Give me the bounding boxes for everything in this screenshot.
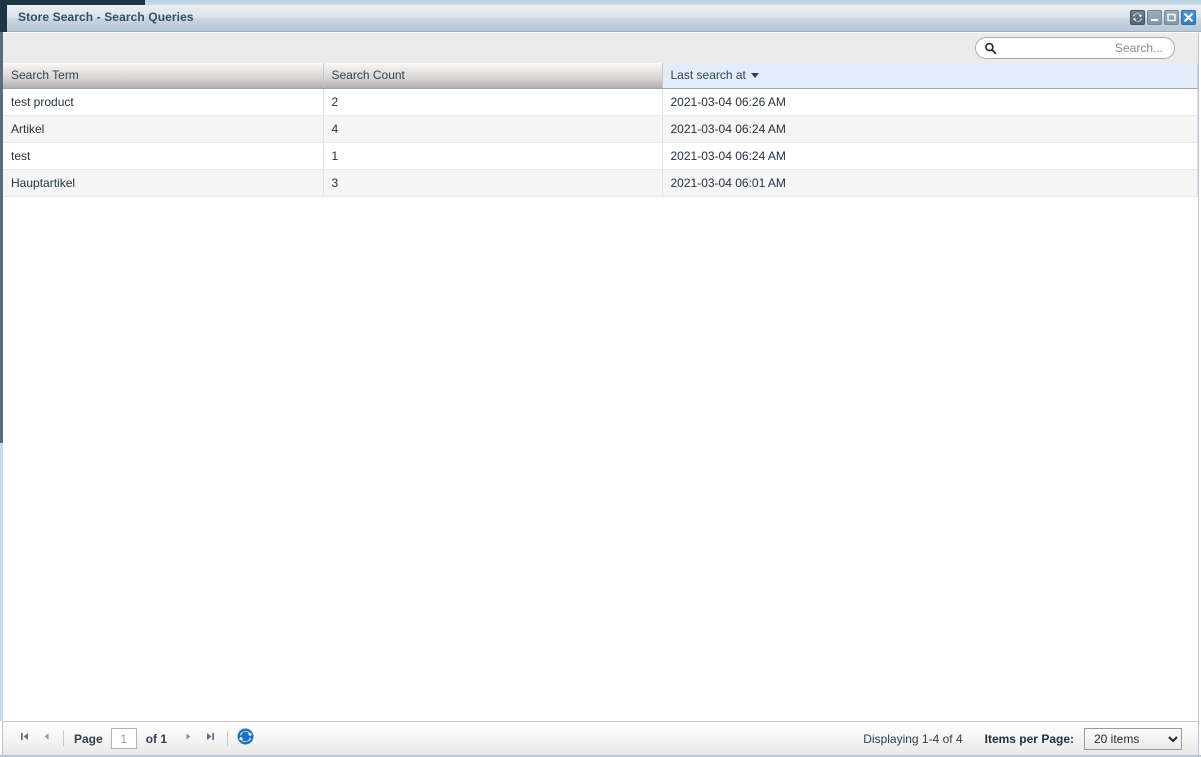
cell-search-term: test <box>3 142 324 170</box>
displaying-label: Displaying 1-4 of 4 <box>863 731 963 746</box>
last-page-icon <box>204 730 217 748</box>
paging-status: Displaying 1-4 of 4 Items per Page: 20 i… <box>863 727 1198 750</box>
application-window: Store Search - Search Queries Search... … <box>0 0 1201 757</box>
sort-descending-icon <box>750 72 759 78</box>
cell-search-count: 2 <box>323 88 663 116</box>
last-page-button[interactable] <box>199 728 221 750</box>
table-row[interactable]: Artikel 4 2021-03-04 06:24 AM <box>3 115 1198 143</box>
first-page-button[interactable] <box>13 728 35 750</box>
page-total-label: of 1 <box>145 731 168 746</box>
pager-separator <box>63 731 64 746</box>
refresh-button[interactable] <box>234 728 256 750</box>
grid-table: Search Term Search Count Last search at … <box>3 63 1198 197</box>
vertical-scrollbar-track[interactable] <box>0 443 3 721</box>
pager-separator-2 <box>227 731 229 746</box>
cell-last-search-at: 2021-03-04 06:01 AM <box>662 169 1198 197</box>
cell-last-search-at: 2021-03-04 06:24 AM <box>662 115 1198 143</box>
cell-search-term: Hauptartikel <box>3 169 324 197</box>
close-button[interactable] <box>1181 10 1196 25</box>
page-label: Page <box>74 731 103 746</box>
pager-controls: Page of 1 <box>3 728 256 750</box>
restore-tool-button[interactable] <box>1130 10 1145 25</box>
search-queries-grid: Search Term Search Count Last search at … <box>2 63 1199 721</box>
previous-page-icon <box>40 730 53 748</box>
restore-icon <box>1132 12 1143 23</box>
grid-body: test product 2 2021-03-04 06:26 AM Artik… <box>3 88 1198 197</box>
column-header-label: Search Term <box>11 68 79 83</box>
cell-search-count: 1 <box>323 142 663 170</box>
cell-last-search-at: 2021-03-04 06:26 AM <box>662 88 1198 116</box>
cell-search-count: 3 <box>323 169 663 197</box>
page-number-input[interactable] <box>110 728 137 749</box>
table-row[interactable]: Hauptartikel 3 2021-03-04 06:01 AM <box>3 169 1198 197</box>
refresh-icon <box>237 728 254 750</box>
search-input[interactable] <box>1000 39 1174 57</box>
cell-search-term: test product <box>3 88 324 116</box>
close-icon <box>1183 12 1194 23</box>
previous-page-button[interactable] <box>35 728 57 750</box>
column-header-label: Last search at <box>670 68 746 83</box>
window-title: Store Search - Search Queries <box>18 10 194 24</box>
maximize-button[interactable] <box>1164 10 1179 25</box>
grid-header: Search Term Search Count Last search at <box>3 63 1198 89</box>
grid-header-row: Search Term Search Count Last search at <box>3 63 1198 89</box>
window-titlebar[interactable]: Store Search - Search Queries <box>0 5 1201 32</box>
first-page-icon <box>18 730 31 748</box>
minimize-icon <box>1149 12 1160 23</box>
column-header-last-search-at[interactable]: Last search at <box>662 63 1198 89</box>
paging-toolbar: Page of 1 <box>2 721 1199 755</box>
search-icon <box>976 42 1000 55</box>
search-box[interactable] <box>975 37 1175 59</box>
column-header-label: Search Count <box>331 68 405 83</box>
window-controls <box>1130 10 1196 25</box>
cell-search-count: 4 <box>323 115 663 143</box>
cell-last-search-at: 2021-03-04 06:24 AM <box>662 142 1198 170</box>
minimize-button[interactable] <box>1147 10 1162 25</box>
grid-toolbar <box>2 33 1199 63</box>
cell-search-term: Artikel <box>3 115 324 143</box>
next-page-icon <box>182 730 195 748</box>
items-per-page-label: Items per Page: <box>984 731 1074 746</box>
column-header-search-term[interactable]: Search Term <box>3 63 324 89</box>
next-page-button[interactable] <box>177 728 199 750</box>
table-row[interactable]: test 1 2021-03-04 06:24 AM <box>3 142 1198 170</box>
table-row[interactable]: test product 2 2021-03-04 06:26 AM <box>3 88 1198 116</box>
vertical-scrollbar-thumb[interactable] <box>0 32 3 443</box>
items-per-page-select[interactable]: 20 items <box>1084 727 1182 750</box>
column-header-search-count[interactable]: Search Count <box>323 63 663 89</box>
maximize-icon <box>1166 12 1177 23</box>
titlebar-left-cap <box>0 5 7 32</box>
